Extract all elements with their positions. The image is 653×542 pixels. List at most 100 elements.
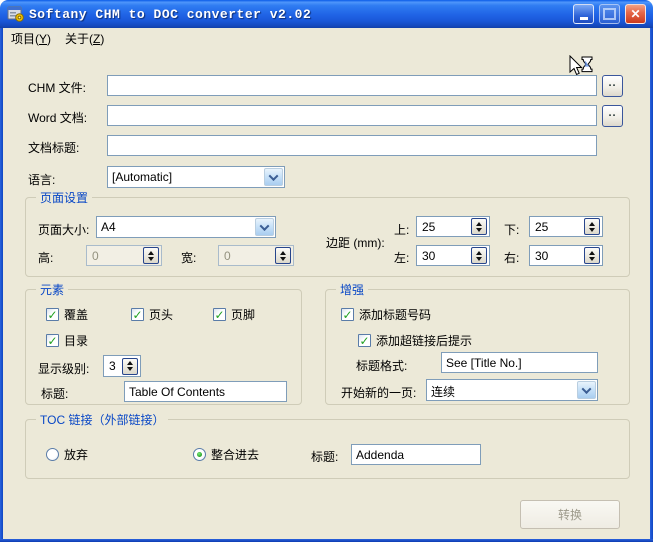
- close-button[interactable]: ✕: [625, 4, 646, 24]
- margin-right-label: 右:: [504, 251, 520, 265]
- radio-integrate[interactable]: 整合进去: [193, 446, 259, 463]
- radio-selected-icon: [193, 448, 206, 461]
- toc-caption-label: 标题:: [311, 450, 339, 464]
- checkbox-add-hyperlink-tip[interactable]: ✓ 添加超链接后提示: [358, 332, 472, 349]
- doc-title-label: 文档标题:: [28, 141, 80, 155]
- app-icon: [7, 6, 24, 22]
- toc-link-group-title: TOC 链接（外部链接）: [36, 411, 169, 428]
- spin-up-icon: [148, 250, 154, 255]
- page-width-label: 宽:: [181, 251, 197, 265]
- word-doc-input[interactable]: [107, 105, 597, 126]
- chevron-down-icon: [268, 170, 279, 181]
- toc-link-group: TOC 链接（外部链接） 放弃 整合进去 标题:: [25, 411, 630, 479]
- checkbox-cover-label: 覆盖: [64, 308, 89, 322]
- spin-buttons: [143, 247, 159, 264]
- start-new-page-value: 连续: [431, 385, 456, 399]
- window-title: Softany CHM to DOC converter v2.02: [29, 6, 312, 22]
- spin-buttons[interactable]: [122, 357, 138, 375]
- checkbox-page-footer[interactable]: ✓ 页脚: [213, 306, 255, 323]
- radio-discard-label: 放弃: [64, 448, 89, 462]
- page-setup-group-title: 页面设置: [36, 189, 93, 206]
- spin-up-icon: [127, 361, 133, 365]
- checkbox-page-header[interactable]: ✓ 页头: [131, 306, 173, 323]
- checkbox-add-hyperlink-tip-label: 添加超链接后提示: [376, 334, 473, 348]
- page-height-spinner: 0: [86, 245, 162, 266]
- app-window: Softany CHM to DOC converter v2.02 ✕ 项目(…: [0, 0, 653, 542]
- elements-group-title: 元素: [36, 281, 69, 298]
- spin-down-icon: [280, 256, 286, 261]
- chm-browse-button[interactable]: ..: [602, 75, 623, 97]
- page-size-dropdown-button[interactable]: [255, 218, 274, 236]
- start-new-page-label: 开始新的一页:: [341, 386, 417, 400]
- checkbox-toc[interactable]: ✓ 目录: [46, 332, 88, 349]
- menu-label-part: ): [47, 31, 52, 46]
- chm-file-input[interactable]: [107, 75, 597, 96]
- toc-title-input[interactable]: [124, 381, 287, 402]
- spin-buttons[interactable]: [584, 218, 600, 235]
- page-width-spinner: 0: [218, 245, 294, 266]
- spin-buttons[interactable]: [471, 247, 487, 264]
- checkbox-add-title-number[interactable]: ✓ 添加标题号码: [341, 306, 431, 323]
- checkmark-icon: ✓: [131, 307, 144, 322]
- margin-top-spinner[interactable]: 25: [416, 216, 490, 237]
- radio-icon: [46, 448, 59, 461]
- spin-buttons[interactable]: [584, 247, 600, 264]
- checkbox-page-footer-label: 页脚: [231, 308, 256, 322]
- start-new-page-select[interactable]: 连续: [426, 379, 598, 401]
- elements-group: 元素 ✓ 覆盖 ✓ 页头 ✓ 页脚 ✓ 目录 显示级别: 3 标题:: [25, 281, 302, 405]
- margins-label: 边距 (mm):: [326, 236, 385, 250]
- display-level-spinner[interactable]: 3: [103, 355, 141, 377]
- maximize-button[interactable]: [599, 4, 620, 24]
- language-label: 语言:: [28, 173, 56, 187]
- word-browse-button[interactable]: ..: [602, 105, 623, 127]
- radio-integrate-label: 整合进去: [211, 448, 260, 462]
- checkbox-add-title-number-label: 添加标题号码: [359, 308, 432, 322]
- spin-down-icon: [476, 256, 482, 261]
- language-select[interactable]: [Automatic]: [107, 166, 285, 188]
- radio-discard[interactable]: 放弃: [46, 446, 88, 463]
- start-new-page-dropdown-button[interactable]: [577, 381, 596, 399]
- word-doc-label: Word 文档:: [28, 111, 88, 125]
- close-icon: ✕: [630, 7, 641, 21]
- menu-label-part: ): [100, 31, 105, 46]
- menu-item-about[interactable]: 关于(Z): [59, 28, 112, 49]
- margin-bottom-value: 25: [535, 219, 549, 234]
- page-height-label: 高:: [38, 251, 54, 265]
- toc-caption-input[interactable]: [351, 444, 481, 465]
- page-size-label: 页面大小:: [38, 223, 90, 237]
- spin-up-icon: [476, 250, 482, 255]
- title-format-label: 标题格式:: [356, 359, 408, 373]
- spin-down-icon: [589, 256, 595, 261]
- menu-mnemonic: Y: [39, 31, 48, 46]
- chevron-down-icon: [259, 220, 270, 231]
- language-dropdown-button[interactable]: [264, 168, 283, 186]
- spin-down-icon: [127, 367, 133, 371]
- checkmark-icon: ✓: [46, 307, 59, 322]
- spin-up-icon: [589, 250, 595, 255]
- margin-top-label: 上:: [394, 223, 410, 237]
- language-value: [Automatic]: [112, 170, 173, 184]
- menu-label-part: 项目(: [11, 31, 39, 46]
- menu-item-project[interactable]: 项目(Y): [5, 28, 59, 49]
- page-size-select[interactable]: A4: [96, 216, 276, 238]
- title-format-input[interactable]: [441, 352, 598, 373]
- margin-left-spinner[interactable]: 30: [416, 245, 490, 266]
- menu-bar: 项目(Y) 关于(Z): [3, 28, 650, 48]
- minimize-button[interactable]: [573, 4, 594, 24]
- doc-title-input[interactable]: [107, 135, 597, 156]
- convert-button[interactable]: 转换: [520, 500, 620, 529]
- checkbox-toc-label: 目录: [64, 334, 89, 348]
- spin-up-icon: [280, 250, 286, 255]
- enhance-group: 增强 ✓ 添加标题号码 ✓ 添加超链接后提示 标题格式: 开始新的一页: 连续: [325, 281, 630, 405]
- spin-down-icon: [589, 227, 595, 232]
- checkmark-icon: ✓: [213, 307, 226, 322]
- margin-bottom-spinner[interactable]: 25: [529, 216, 603, 237]
- margin-right-spinner[interactable]: 30: [529, 245, 603, 266]
- spin-buttons[interactable]: [471, 218, 487, 235]
- menu-label-part: 关于(: [65, 31, 94, 46]
- checkbox-cover[interactable]: ✓ 覆盖: [46, 306, 88, 323]
- margin-top-value: 25: [422, 219, 436, 234]
- checkbox-page-header-label: 页头: [149, 308, 174, 322]
- display-level-label: 显示级别:: [38, 362, 90, 376]
- checkmark-icon: ✓: [358, 333, 371, 348]
